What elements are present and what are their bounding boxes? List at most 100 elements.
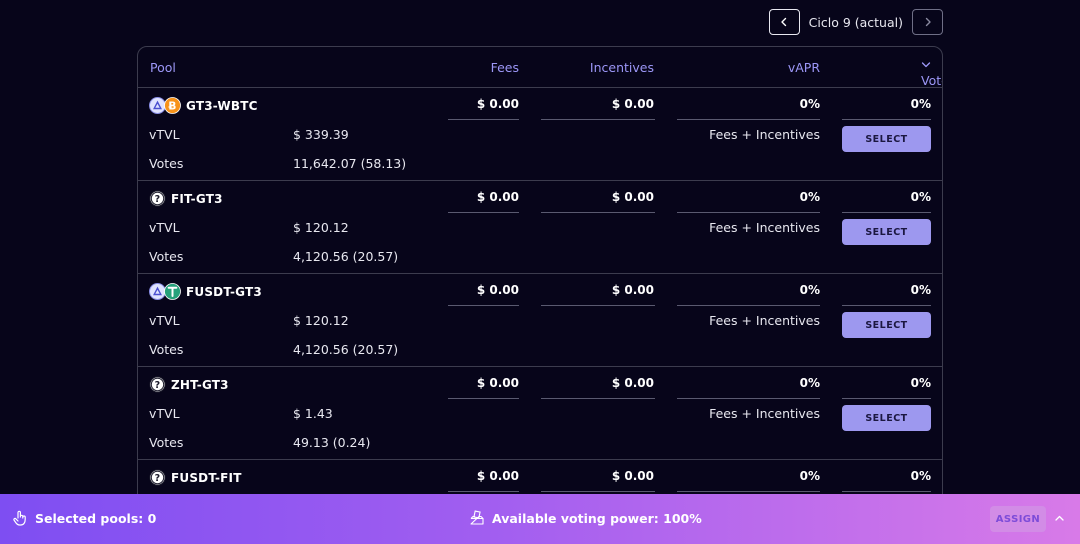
header-fees[interactable]: Fees <box>491 60 519 75</box>
vapr-divider <box>677 119 820 120</box>
select-pool-button[interactable]: SELECT <box>842 219 931 245</box>
table-body: Ƀ GT3-WBTC $ 0.00 $ 0.00 0% 0% vTVL $ 33… <box>138 88 942 515</box>
token-icons <box>149 283 181 300</box>
unknown-token-icon: ? <box>149 376 166 393</box>
incentives-divider <box>541 212 655 213</box>
vtvl-value: $ 1.43 <box>293 406 333 421</box>
voting-power-status: Available voting power: 100% <box>469 510 702 526</box>
fees-divider <box>448 491 519 492</box>
pool-name-label: ZHT-GT3 <box>171 377 229 392</box>
votes-label: Votes <box>149 342 184 357</box>
vote-value: 0% <box>910 97 931 111</box>
pools-table: Pool Fees Incentives vAPR Vote Ƀ GT3-WBT… <box>137 46 943 516</box>
select-pool-button[interactable]: SELECT <box>842 312 931 338</box>
selected-pools-status: Selected pools: 0 <box>13 510 156 527</box>
token-icons: ? <box>149 190 166 207</box>
hand-pointer-icon <box>13 510 26 526</box>
vapr-divider <box>677 491 820 492</box>
vote-divider <box>842 491 931 492</box>
vote-divider <box>842 212 931 213</box>
fees-value: $ 0.00 <box>476 190 519 204</box>
previous-cycle-button[interactable] <box>768 9 800 35</box>
fees-divider <box>448 305 519 306</box>
fees-value: $ 0.00 <box>476 97 519 111</box>
fees-divider <box>448 212 519 213</box>
incentives-value: $ 0.00 <box>611 97 654 111</box>
votes-label: Votes <box>149 435 184 450</box>
cycle-navigator: Ciclo 9 (actual) <box>768 9 943 35</box>
incentives-divider <box>541 398 655 399</box>
voting-bottom-bar: Selected pools: 0 Available voting power… <box>0 494 1080 544</box>
chevron-up-icon[interactable] <box>1054 513 1065 524</box>
svg-text:?: ? <box>155 473 161 484</box>
token-icons: ? <box>149 376 166 393</box>
vapr-divider <box>677 212 820 213</box>
fees-value: $ 0.00 <box>476 469 519 483</box>
select-pool-button[interactable]: SELECT <box>842 405 931 431</box>
header-vapr[interactable]: vAPR <box>788 60 820 75</box>
fees-value: $ 0.00 <box>476 283 519 297</box>
vapr-divider <box>677 305 820 306</box>
incentives-value: $ 0.00 <box>611 190 654 204</box>
vtvl-value: $ 120.12 <box>293 313 349 328</box>
vote-value: 0% <box>910 190 931 204</box>
incentives-divider <box>541 305 655 306</box>
assign-button[interactable]: ASSIGN <box>990 506 1046 532</box>
vtvl-value: $ 339.39 <box>293 127 349 142</box>
pool-row: FUSDT-GT3 $ 0.00 $ 0.00 0% 0% vTVL $ 120… <box>138 274 942 367</box>
cycle-label: Ciclo 9 (actual) <box>808 14 903 30</box>
votes-label: Votes <box>149 249 184 264</box>
pool-name: ? FUSDT-FIT <box>149 469 242 486</box>
reward-type: Fees + Incentives <box>709 406 820 421</box>
voting-power-text: Available voting power: 100% <box>492 510 702 526</box>
unknown-token-icon: ? <box>149 469 166 486</box>
vtvl-label: vTVL <box>149 127 180 142</box>
next-cycle-button[interactable] <box>912 9 943 35</box>
tether-icon <box>164 283 181 300</box>
vtvl-label: vTVL <box>149 220 180 235</box>
select-pool-button[interactable]: SELECT <box>842 126 931 152</box>
bitcoin-icon: Ƀ <box>164 97 181 114</box>
ballot-box-icon <box>470 510 484 525</box>
vote-value: 0% <box>910 283 931 297</box>
incentives-value: $ 0.00 <box>611 283 654 297</box>
vapr-value: 0% <box>799 469 820 483</box>
pool-name: Ƀ GT3-WBTC <box>149 97 258 114</box>
votes-value: 4,120.56 (20.57) <box>293 249 399 264</box>
vote-page: Ciclo 9 (actual) Pool Fees Incentives vA… <box>0 0 1080 544</box>
vapr-value: 0% <box>799 190 820 204</box>
incentives-divider <box>541 491 655 492</box>
fees-value: $ 0.00 <box>476 376 519 390</box>
vtvl-value: $ 120.12 <box>293 220 349 235</box>
token-icons: Ƀ <box>149 97 181 114</box>
vote-value: 0% <box>910 376 931 390</box>
pool-name-label: FUSDT-GT3 <box>186 284 262 299</box>
svg-text:Ƀ: Ƀ <box>168 100 176 112</box>
pool-row: ? ZHT-GT3 $ 0.00 $ 0.00 0% 0% vTVL $ 1.4… <box>138 367 942 460</box>
svg-text:?: ? <box>155 194 161 205</box>
vapr-value: 0% <box>799 283 820 297</box>
pool-name-label: FUSDT-FIT <box>171 470 242 485</box>
vtvl-label: vTVL <box>149 313 180 328</box>
pool-name-label: GT3-WBTC <box>186 98 258 113</box>
header-vote-label: Vote <box>921 73 942 88</box>
pool-name: FUSDT-GT3 <box>149 283 262 300</box>
header-vote[interactable]: Vote <box>921 60 942 88</box>
header-pool[interactable]: Pool <box>150 60 176 75</box>
votes-value: 4,120.56 (20.57) <box>293 342 399 357</box>
svg-text:?: ? <box>155 380 161 391</box>
votes-value: 11,642.07 (58.13) <box>293 156 407 171</box>
fees-divider <box>448 119 519 120</box>
votes-value: 49.13 (0.24) <box>293 435 371 450</box>
chevron-left-icon <box>781 17 787 27</box>
chevron-down-icon <box>921 62 931 68</box>
vote-divider <box>842 398 931 399</box>
header-incentives[interactable]: Incentives <box>590 60 654 75</box>
incentives-divider <box>541 119 655 120</box>
vote-divider <box>842 305 931 306</box>
chevron-right-icon <box>925 17 931 27</box>
reward-type: Fees + Incentives <box>709 127 820 142</box>
vote-divider <box>842 119 931 120</box>
vapr-divider <box>677 398 820 399</box>
token-icons: ? <box>149 469 166 486</box>
